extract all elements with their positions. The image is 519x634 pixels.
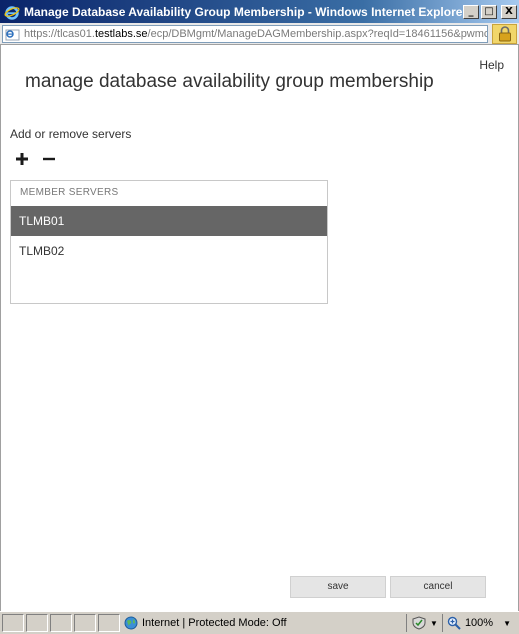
page-icon — [5, 27, 21, 41]
plus-icon — [16, 153, 28, 165]
status-pane — [98, 614, 120, 632]
security-zone[interactable]: Internet | Protected Mode: Off — [124, 614, 287, 632]
save-button[interactable]: save — [290, 576, 386, 598]
member-servers-list: MEMBER SERVERS TLMB01 TLMB02 — [10, 180, 328, 304]
window-title-bar[interactable]: Manage Database Availability Group Membe… — [0, 0, 519, 23]
protected-mode-button[interactable]: ▼ — [406, 614, 442, 632]
page-content: Help manage database availability group … — [0, 45, 519, 611]
status-pane — [50, 614, 72, 632]
zone-text: Internet | Protected Mode: Off — [142, 617, 287, 629]
status-bar: Internet | Protected Mode: Off ▼ 100% ▼ — [0, 611, 519, 634]
list-header: MEMBER SERVERS — [20, 187, 119, 198]
security-lock-button[interactable] — [492, 24, 517, 44]
remove-server-button[interactable] — [41, 151, 57, 167]
maximize-button[interactable]: □ — [481, 4, 497, 19]
zoom-button[interactable]: 100% ▼ — [441, 614, 515, 632]
status-pane — [74, 614, 96, 632]
list-item[interactable]: TLMB02 — [11, 236, 327, 266]
magnifier-icon — [447, 616, 461, 630]
url-field[interactable]: https://tlcas01.testlabs.se/ecp/DBMgmt/M… — [2, 24, 488, 43]
status-pane — [26, 614, 48, 632]
cancel-button[interactable]: cancel — [390, 576, 486, 598]
url-text: https://tlcas01.testlabs.se/ecp/DBMgmt/M… — [24, 27, 488, 40]
page-title: manage database availability group membe… — [25, 71, 434, 92]
add-server-button[interactable] — [14, 151, 30, 167]
chevron-down-icon: ▼ — [503, 618, 511, 628]
chevron-down-icon: ▼ — [430, 618, 438, 628]
minus-icon — [43, 157, 55, 161]
close-button[interactable]: X — [501, 4, 517, 19]
minimize-button[interactable]: _ — [463, 4, 479, 19]
window-title: Manage Database Availability Group Membe… — [24, 4, 463, 19]
internet-explorer-icon — [4, 4, 20, 20]
globe-icon — [124, 616, 138, 630]
lock-icon — [498, 26, 511, 42]
shield-icon — [412, 616, 426, 630]
add-remove-servers-label: Add or remove servers — [10, 127, 132, 141]
status-pane — [2, 614, 24, 632]
list-item[interactable]: TLMB01 — [11, 206, 327, 236]
help-link[interactable]: Help — [479, 58, 504, 72]
zoom-level: 100% — [464, 617, 494, 629]
address-bar: https://tlcas01.testlabs.se/ecp/DBMgmt/M… — [0, 23, 519, 45]
